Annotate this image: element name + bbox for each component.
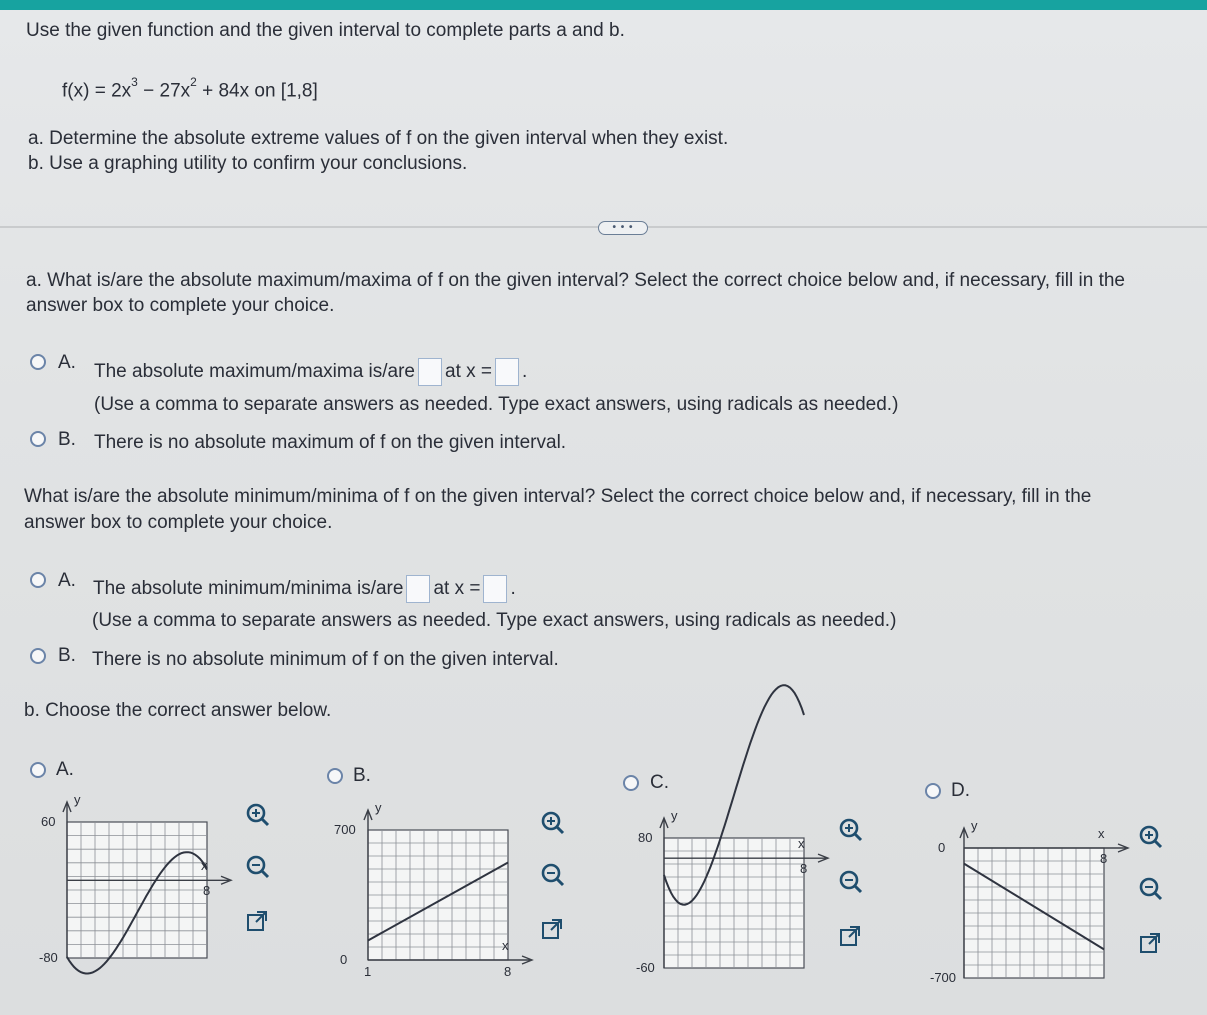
exponent: 3: [131, 75, 138, 89]
instruction-text: Use the given function and the given int…: [26, 20, 625, 41]
graph-a: [27, 792, 247, 988]
graph-c-ytop: 80: [638, 830, 653, 845]
min-choice-a-note: (Use a comma to separate answers as need…: [92, 610, 897, 631]
max-choice-b-text: There is no absolute maximum of f on the…: [94, 432, 567, 453]
max-x-input[interactable]: [495, 358, 519, 386]
function-part: f(x) = 2x: [62, 80, 132, 102]
max-question-line2: answer box to complete your choice.: [26, 295, 335, 316]
part-a-text: a. Determine the absolute extreme values…: [28, 128, 729, 149]
part-b-text: b. Use a graphing utility to confirm you…: [28, 153, 468, 174]
zoom-in-icon[interactable]: [835, 815, 865, 845]
expand-button[interactable]: • • •: [598, 221, 648, 235]
zoom-out-icon[interactable]: [1135, 874, 1165, 904]
part-b-prompt: b. Choose the correct answer below.: [24, 700, 332, 721]
min-value-input[interactable]: [406, 575, 431, 603]
graph-b-svg: [363, 808, 534, 965]
max-at-x-label: at x =: [445, 361, 492, 383]
max-choice-b-radio[interactable]: [30, 431, 46, 447]
function-part: − 27x: [137, 80, 191, 102]
exponent: 2: [190, 75, 197, 89]
max-question-line1: a. What is/are the absolute maximum/maxi…: [26, 270, 1126, 291]
graph-choice-c-letter: C.: [650, 772, 669, 793]
graph-a-svg: [62, 800, 233, 975]
graph-a-ylabel: y: [74, 792, 81, 807]
min-question-line1: What is/are the absolute minimum/minima …: [24, 486, 1092, 507]
graph-a-xtick: 8: [203, 883, 211, 899]
graph-choice-a-letter: A.: [56, 759, 74, 780]
zoom-out-icon[interactable]: [242, 852, 272, 882]
min-choice-a-label: The absolute minimum/minima is/are: [93, 578, 404, 600]
graph-c-ylabel: y: [671, 808, 678, 823]
graph-d-ylabel: y: [971, 818, 978, 833]
popout-icon[interactable]: [242, 906, 272, 936]
graph-b: [328, 800, 548, 990]
zoom-in-icon[interactable]: [537, 808, 567, 838]
max-choice-a-letter: A.: [58, 352, 76, 373]
max-choice-a-row: The absolute maximum/maxima is/are at x =…: [94, 358, 527, 386]
popout-icon[interactable]: [537, 914, 567, 944]
graph-d-xtick: 8: [1100, 851, 1108, 866]
zoom-out-icon[interactable]: [537, 860, 567, 890]
min-choice-a-letter: A.: [58, 570, 76, 591]
graph-choice-c-radio[interactable]: [623, 775, 639, 791]
min-choice-a-radio[interactable]: [30, 572, 46, 588]
function-definition: f(x) = 2x3 − 27x2 + 84x on [1,8]: [62, 75, 318, 102]
graph-d: [924, 818, 1144, 1008]
graph-b-ylabel: y: [375, 800, 382, 815]
graph-a-xlabel: x: [201, 858, 208, 874]
graph-choice-d-letter: D.: [951, 780, 970, 801]
max-choice-a-note: (Use a comma to separate answers as need…: [94, 394, 899, 415]
graph-c-svg: [659, 684, 830, 969]
max-choice-b-letter: B.: [58, 429, 76, 450]
graph-c: [624, 684, 844, 998]
top-accent-bar: [0, 0, 1207, 10]
graph-b-xlabel: x: [502, 938, 509, 953]
graph-choice-b-radio[interactable]: [327, 768, 343, 784]
min-choice-a-row: The absolute minimum/minima is/are at x =…: [93, 575, 516, 603]
min-at-x-label: at x =: [433, 578, 481, 600]
graph-choice-b-letter: B.: [353, 765, 371, 786]
function-part: + 84x on [1,8]: [196, 80, 318, 102]
zoom-out-icon[interactable]: [835, 867, 865, 897]
max-choice-a-radio[interactable]: [30, 354, 46, 370]
graph-b-ytop: 700: [334, 822, 356, 837]
graph-c-xlabel: x: [798, 836, 805, 852]
graph-c-ybottom: -60: [636, 960, 655, 975]
graph-a-ybottom: -80: [39, 950, 58, 965]
graph-c-xtick: 8: [800, 861, 808, 877]
min-choice-b-radio[interactable]: [30, 648, 46, 664]
min-choice-b-letter: B.: [58, 645, 76, 666]
popout-icon[interactable]: [1135, 928, 1165, 958]
graph-d-svg: [959, 826, 1130, 979]
graph-a-ytop: 60: [41, 814, 56, 829]
graph-b-ybottom: 0: [340, 952, 348, 967]
min-question-line2: answer box to complete your choice.: [24, 512, 333, 533]
min-x-input[interactable]: [483, 575, 508, 603]
popout-icon[interactable]: [835, 921, 865, 951]
graph-d-ytop: 0: [938, 840, 946, 855]
max-choice-a-label: The absolute maximum/maxima is/are: [94, 361, 415, 383]
graph-d-xlabel: x: [1098, 826, 1105, 841]
graph-choice-a-radio[interactable]: [30, 762, 46, 778]
graph-b-xtick: 8: [504, 964, 512, 979]
zoom-in-icon[interactable]: [242, 800, 272, 830]
graph-d-ybottom: -700: [930, 970, 957, 985]
zoom-in-icon[interactable]: [1135, 822, 1165, 852]
graph-choice-d-radio[interactable]: [925, 783, 941, 799]
graph-b-xstart: 1: [364, 964, 372, 979]
min-choice-b-text: There is no absolute minimum of f on the…: [92, 649, 559, 670]
max-value-input[interactable]: [418, 358, 442, 386]
